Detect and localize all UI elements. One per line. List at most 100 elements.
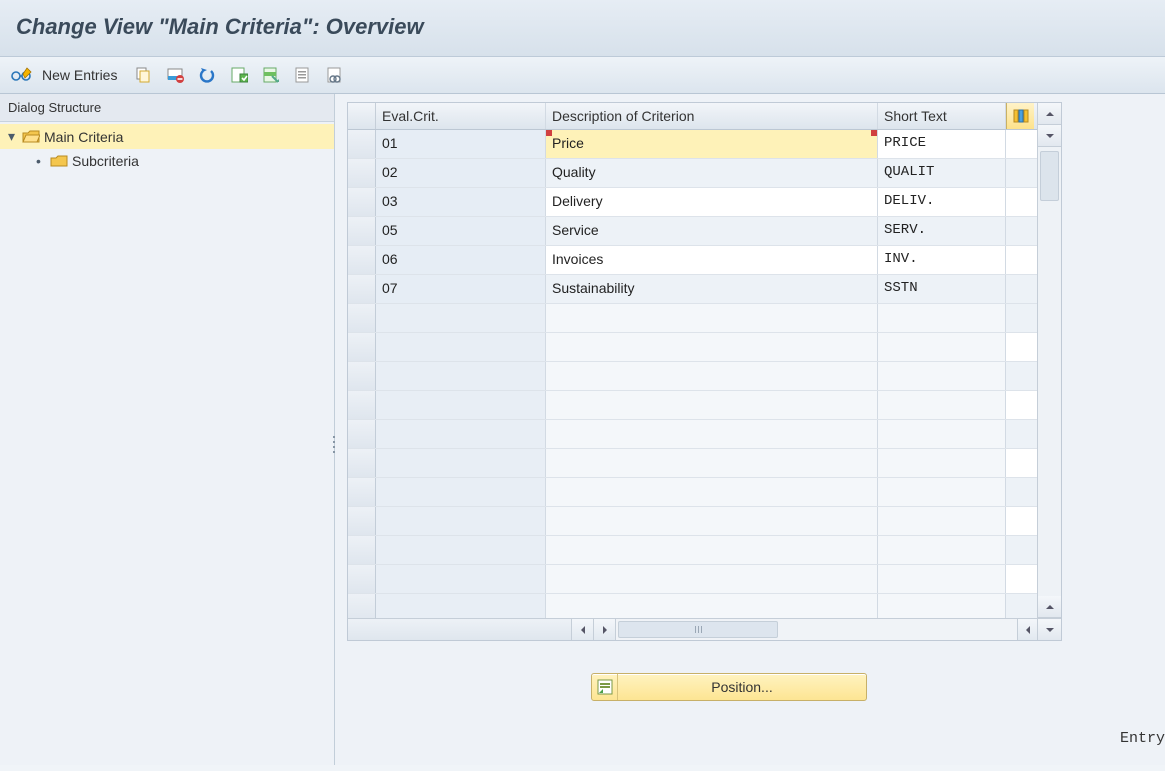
cell-desc[interactable]: Invoices <box>546 246 878 274</box>
select-all-icon[interactable] <box>227 63 251 87</box>
cell-desc[interactable] <box>546 536 878 564</box>
tree-collapse-icon[interactable]: ▾ <box>8 128 20 145</box>
row-selector[interactable] <box>348 362 376 390</box>
row-selector[interactable] <box>348 130 376 158</box>
vscroll-down-button[interactable] <box>1038 618 1061 640</box>
column-header-desc[interactable]: Description of Criterion <box>546 103 878 129</box>
cell-desc[interactable] <box>546 362 878 390</box>
cell-eval[interactable] <box>376 536 546 564</box>
cell-short[interactable] <box>878 304 1006 332</box>
cell-short[interactable] <box>878 594 1006 618</box>
cell-eval[interactable]: 07 <box>376 275 546 303</box>
row-selector[interactable] <box>348 536 376 564</box>
row-selector[interactable] <box>348 275 376 303</box>
hscroll-left-button[interactable] <box>572 619 594 640</box>
cell-desc[interactable] <box>546 507 878 535</box>
cell-desc[interactable] <box>546 391 878 419</box>
cell-short[interactable] <box>878 333 1006 361</box>
cell-short[interactable] <box>878 507 1006 535</box>
cell-eval[interactable] <box>376 565 546 593</box>
vscroll-thumb[interactable] <box>1040 151 1059 201</box>
cell-desc[interactable] <box>546 478 878 506</box>
cell-eval[interactable] <box>376 362 546 390</box>
row-selector[interactable] <box>348 188 376 216</box>
row-selector[interactable] <box>348 217 376 245</box>
cell-short[interactable]: SERV. <box>878 217 1006 245</box>
cell-desc[interactable] <box>546 565 878 593</box>
hscroll-right-button[interactable] <box>594 619 616 640</box>
cell-desc[interactable] <box>546 594 878 618</box>
row-selector[interactable] <box>348 478 376 506</box>
deselect-all-icon[interactable] <box>291 63 315 87</box>
cell-short[interactable]: DELIV. <box>878 188 1006 216</box>
cell-short[interactable]: INV. <box>878 246 1006 274</box>
cell-eval[interactable]: 02 <box>376 159 546 187</box>
row-selector[interactable] <box>348 420 376 448</box>
cell-eval[interactable] <box>376 420 546 448</box>
row-selector[interactable] <box>348 565 376 593</box>
hscroll-track[interactable] <box>616 619 1017 640</box>
delete-icon[interactable] <box>163 63 187 87</box>
cell-short[interactable] <box>878 478 1006 506</box>
position-button[interactable]: Position... <box>591 673 867 701</box>
row-selector[interactable] <box>348 391 376 419</box>
cell-eval[interactable] <box>376 304 546 332</box>
cell-desc[interactable]: Delivery <box>546 188 878 216</box>
cell-short[interactable] <box>878 536 1006 564</box>
select-all-rows[interactable] <box>348 103 376 129</box>
cell-short[interactable] <box>878 420 1006 448</box>
cell-desc[interactable] <box>546 449 878 477</box>
cell-eval[interactable]: 03 <box>376 188 546 216</box>
cell-desc[interactable] <box>546 420 878 448</box>
cell-short[interactable] <box>878 449 1006 477</box>
tree-item-main-criteria[interactable]: ▾ Main Criteria <box>0 124 334 149</box>
cell-short[interactable]: SSTN <box>878 275 1006 303</box>
new-entries-button[interactable]: New Entries <box>42 67 117 83</box>
cell-short[interactable] <box>878 391 1006 419</box>
cell-short[interactable]: PRICE <box>878 130 1006 158</box>
row-selector[interactable] <box>348 333 376 361</box>
vscroll-up-button[interactable] <box>1038 103 1061 125</box>
tree-item-subcriteria[interactable]: • Subcriteria <box>0 149 334 173</box>
vscroll-track[interactable] <box>1038 147 1061 596</box>
copy-icon[interactable] <box>131 63 155 87</box>
row-selector[interactable] <box>348 159 376 187</box>
cell-short[interactable] <box>878 565 1006 593</box>
cell-eval[interactable] <box>376 594 546 618</box>
vscroll-up-step-button[interactable] <box>1038 596 1061 618</box>
row-selector[interactable] <box>348 449 376 477</box>
select-block-icon[interactable] <box>259 63 283 87</box>
print-config-icon[interactable] <box>323 63 347 87</box>
cell-short[interactable]: QUALIT <box>878 159 1006 187</box>
undo-icon[interactable] <box>195 63 219 87</box>
cell-desc[interactable]: Sustainability <box>546 275 878 303</box>
row-selector[interactable] <box>348 246 376 274</box>
cell-eval[interactable] <box>376 333 546 361</box>
column-header-eval[interactable]: Eval.Crit. <box>376 103 546 129</box>
cell-desc[interactable] <box>546 333 878 361</box>
table-row: 01PricePRICE <box>348 130 1061 159</box>
cell-desc[interactable]: Quality <box>546 159 878 187</box>
cell-desc[interactable]: Price <box>546 130 878 158</box>
cell-short[interactable] <box>878 362 1006 390</box>
cell-eval[interactable] <box>376 391 546 419</box>
row-selector[interactable] <box>348 304 376 332</box>
row-selector[interactable] <box>348 507 376 535</box>
vscroll-down-step-button[interactable] <box>1038 125 1061 147</box>
cell-desc[interactable]: Service <box>546 217 878 245</box>
cell-eval[interactable]: 05 <box>376 217 546 245</box>
cell-eval[interactable] <box>376 478 546 506</box>
cell-desc[interactable] <box>546 304 878 332</box>
glasses-pencil-icon[interactable] <box>10 63 34 87</box>
hscroll-left-button-2[interactable] <box>1017 619 1039 640</box>
cell-eval[interactable]: 06 <box>376 246 546 274</box>
column-header-short[interactable]: Short Text <box>878 103 1006 129</box>
table-row: 02QualityQUALIT <box>348 159 1061 188</box>
cell-eval[interactable] <box>376 449 546 477</box>
cell-eval[interactable]: 01 <box>376 130 546 158</box>
grid-body: 01PricePRICE02QualityQUALIT03DeliveryDEL… <box>348 130 1061 618</box>
configure-columns-button[interactable] <box>1006 103 1034 129</box>
row-selector[interactable] <box>348 594 376 618</box>
cell-eval[interactable] <box>376 507 546 535</box>
hscroll-thumb[interactable] <box>618 621 778 638</box>
